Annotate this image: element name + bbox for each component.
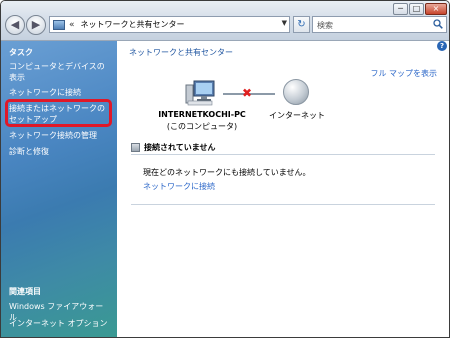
control-panel-icon (53, 19, 65, 30)
close-button[interactable]: × (425, 3, 447, 15)
refresh-icon: ↻ (297, 19, 306, 30)
computer-icon[interactable] (185, 79, 219, 107)
status-message: 現在どのネットワークにも接続していません。 (143, 168, 311, 177)
sidebar: タスク コンピュータとデバイスの表示 ネットワークに接続 接続またはネットワーク… (1, 41, 117, 337)
connect-network-link[interactable]: ネットワークに接続 (143, 181, 215, 192)
sidebar-item-setup-connection[interactable]: 接続またはネットワークのセットアップ (9, 103, 111, 125)
window-controls: ─ □ × (393, 3, 447, 15)
related-heading: 関連項目 (9, 287, 41, 296)
sidebar-item-view-computers[interactable]: コンピュータとデバイスの表示 (9, 61, 111, 83)
network-status-icon (131, 143, 140, 152)
forward-arrow-icon: ▶ (31, 18, 41, 31)
internet-label: インターネット (269, 111, 325, 120)
computer-subtitle: (このコンピュータ) (166, 122, 238, 131)
address-bar[interactable]: « ネットワークと共有センター ▼ (49, 16, 290, 33)
sidebar-item-diagnose-repair[interactable]: 診断と修復 (9, 146, 111, 157)
full-map-link[interactable]: フル マップを表示 (370, 68, 437, 79)
sidebar-item-internet-options[interactable]: インターネット オプション (9, 318, 111, 329)
help-icon[interactable]: ? (437, 41, 447, 51)
divider (131, 204, 435, 205)
sidebar-item-connect-network[interactable]: ネットワークに接続 (9, 87, 111, 98)
status-text: 接続されていません (144, 143, 216, 152)
search-input[interactable]: 検索 (312, 16, 447, 33)
connection-status: 接続されていません (131, 142, 216, 153)
computer-name: INTERNETKOCHI-PC (158, 110, 246, 119)
search-placeholder: 検索 (317, 21, 333, 30)
globe-icon[interactable] (283, 79, 309, 105)
sidebar-item-manage-connections[interactable]: ネットワーク接続の管理 (9, 130, 111, 141)
disconnected-icon[interactable]: ✖ (242, 86, 252, 100)
chevron-down-icon[interactable]: ▼ (282, 19, 287, 27)
forward-button[interactable]: ▶ (26, 15, 46, 35)
maximize-button[interactable]: □ (409, 3, 424, 15)
refresh-button[interactable]: ↻ (293, 16, 310, 33)
minimize-button[interactable]: ─ (393, 3, 408, 15)
tasks-heading: タスク (9, 48, 33, 57)
title-bar: ─ □ × ◀ ▶ « ネットワークと共有センター ▼ ↻ 検索 (1, 1, 449, 41)
back-arrow-icon: ◀ (10, 18, 20, 31)
search-icon[interactable] (433, 19, 443, 29)
main-content: ? ネットワークと共有センター フル マップを表示 ✖ INTERNETKOCH… (117, 41, 449, 337)
breadcrumb-current[interactable]: ネットワークと共有センター (81, 19, 185, 30)
breadcrumb-overflow[interactable]: « (69, 20, 75, 30)
window: ─ □ × ◀ ▶ « ネットワークと共有センター ▼ ↻ 検索 タスク コンピ… (0, 0, 450, 338)
page-title: ネットワークと共有センター (129, 48, 233, 57)
divider (131, 154, 435, 155)
back-button[interactable]: ◀ (5, 15, 25, 35)
